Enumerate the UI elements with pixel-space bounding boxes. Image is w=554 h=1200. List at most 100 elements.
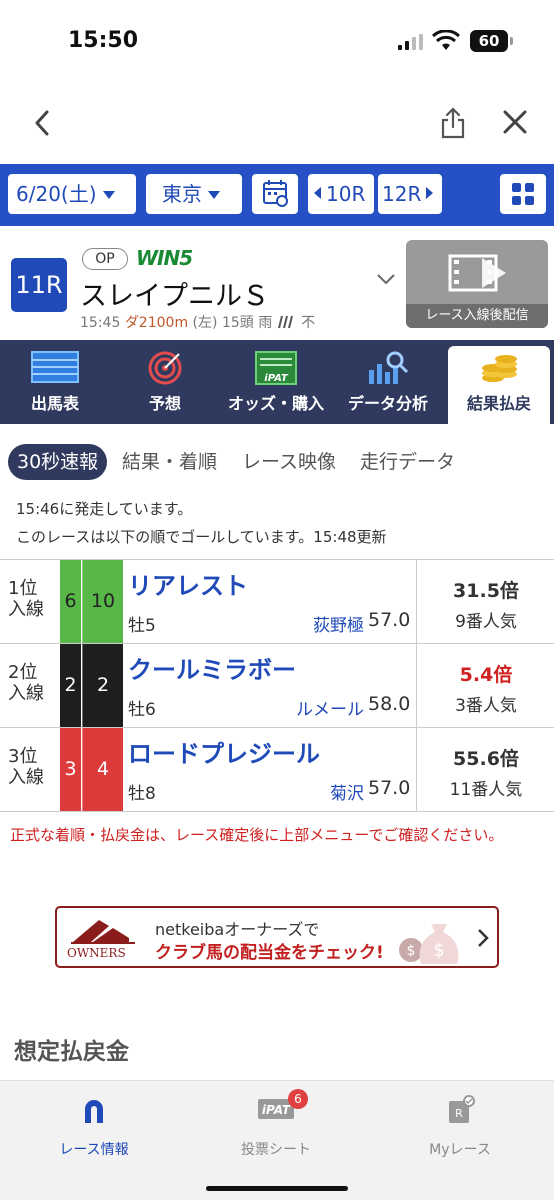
target-icon: [148, 351, 182, 385]
horse-number: 10: [82, 560, 123, 643]
carried-weight: 57.0: [368, 777, 411, 799]
sex-age: 牡8: [128, 784, 156, 804]
owners-banner[interactable]: OWNERS netkeibaオーナーズで クラブ馬の配当金をチェック! $ $: [55, 906, 499, 968]
date-selector[interactable]: 6/20(土): [8, 174, 136, 214]
close-icon[interactable]: [502, 109, 528, 135]
wifi-icon: [432, 30, 460, 50]
race-grade-badge: OP: [82, 248, 128, 270]
dropdown-caret-icon: [102, 191, 115, 199]
subtab-race-video[interactable]: レース映像: [242, 444, 336, 480]
result-row[interactable]: 2位 入線 2 2 クールミラボー 牡6 ルメール 58.0 5.4倍 3番人気: [0, 644, 554, 728]
tab-label: データ分析: [347, 394, 428, 413]
banner-line1: netkeibaオーナーズで: [155, 920, 320, 939]
start-message: 15:46に発走しています。: [16, 500, 193, 518]
owners-logo-icon: [71, 920, 135, 944]
horse-number: 2: [82, 644, 123, 727]
subtab-30sec-flash[interactable]: 30秒速報: [8, 444, 108, 480]
subtab-running-data[interactable]: 走行データ: [360, 444, 455, 480]
column-divider: [416, 644, 417, 727]
race-direction: (左): [192, 315, 218, 331]
runner-count: 15頭: [221, 315, 254, 331]
race-distance: ダ2100m: [124, 315, 189, 331]
film-play-icon: [448, 254, 506, 292]
banner-highlight-c: をチェック!: [291, 943, 384, 963]
battery-tip: [510, 37, 513, 45]
calendar-button[interactable]: [252, 174, 298, 214]
back-icon[interactable]: [30, 107, 54, 139]
date-label: 6/20(土): [16, 182, 97, 206]
column-divider: [416, 560, 417, 643]
grid-icon: [512, 183, 534, 205]
tab-results-payout[interactable]: 結果払戻: [448, 346, 550, 424]
jockey-name[interactable]: 荻野極: [313, 611, 364, 636]
race-name: スレイプニルＳ: [80, 281, 269, 312]
odds: 5.4倍: [459, 664, 513, 686]
popularity: 9番人気: [455, 612, 517, 632]
tab-data-analysis[interactable]: データ分析: [332, 340, 444, 424]
banner-highlight-a: クラブ馬の: [155, 943, 240, 963]
race-number: 11R: [11, 258, 67, 312]
race-menu-tabs: 出馬表 予想 iPAT オッズ・購入 データ分析 結果払戻: [0, 340, 554, 424]
coins-icon: [482, 355, 517, 382]
share-icon[interactable]: [440, 107, 466, 139]
popularity: 3番人気: [455, 696, 517, 716]
sex-age: 牡5: [128, 616, 156, 636]
prev-race-button[interactable]: 10R: [308, 174, 374, 214]
owners-logo-text: OWNERS: [67, 946, 126, 960]
tab-label: 結果払戻: [466, 394, 531, 413]
horse-name[interactable]: クールミラボー: [128, 650, 296, 685]
horse-name[interactable]: ロードプレジール: [128, 734, 320, 769]
chevron-down-icon[interactable]: [376, 272, 396, 286]
triangle-right-icon: [426, 187, 434, 199]
tab-prediction[interactable]: 予想: [110, 340, 220, 424]
tab-label: 出馬表: [30, 394, 79, 413]
svg-text:R: R: [455, 1107, 463, 1120]
home-indicator: [206, 1186, 348, 1191]
jockey-name[interactable]: ルメール: [296, 695, 364, 720]
svg-text:$: $: [407, 943, 416, 959]
result-row[interactable]: 1位 入線 6 10 リアレスト 牡5 荻野極 57.0 31.5倍 9番人気: [0, 560, 554, 644]
venue-label: 東京: [162, 182, 202, 206]
signal-icon: [398, 34, 423, 50]
triangle-left-icon: [314, 187, 321, 199]
result-subtabs: 30秒速報 結果・着順 レース映像 走行データ: [0, 440, 554, 484]
status-bar: 15:50 60: [0, 0, 554, 80]
odds: 55.6倍: [453, 748, 519, 770]
finish-position: 3位 入線: [8, 746, 44, 788]
entry-table-icon: [31, 351, 79, 383]
official-result-notice: 正式な着順・払戻金は、レース確定後に上部メニューでご確認ください。: [10, 826, 504, 844]
money-bag-icon: $ $: [399, 924, 459, 964]
my-race-icon: R: [449, 1095, 475, 1123]
svg-text:iPAT: iPAT: [262, 1103, 291, 1117]
start-time: 15:45: [80, 315, 121, 331]
race-video-thumbnail[interactable]: レース入線後配信: [406, 240, 548, 328]
svg-text:iPAT: iPAT: [264, 373, 289, 384]
weather: 雨: [258, 315, 273, 331]
banner-highlight-b: 配当金: [240, 943, 291, 963]
jockey-name[interactable]: 菊沢: [330, 779, 364, 804]
race-info: 15:45 ダ2100m (左) 15頭 雨 不: [80, 312, 315, 332]
column-divider: [416, 728, 417, 811]
tab-label: Myレース: [429, 1142, 491, 1158]
carried-weight: 57.0: [368, 609, 411, 631]
battery-indicator: 60: [470, 30, 508, 52]
date-venue-bar: 6/20(土) 東京 10R 12R: [0, 164, 554, 226]
win5-badge: WIN5: [136, 246, 193, 270]
result-row[interactable]: 3位 入線 3 4 ロードプレジール 牡8 菊沢 57.0 55.6倍 11番人気: [0, 728, 554, 812]
calendar-icon: [263, 180, 288, 207]
tab-odds-purchase[interactable]: iPAT オッズ・購入: [220, 340, 332, 424]
ipat-icon: iPAT: [255, 351, 297, 385]
next-race-button[interactable]: 12R: [378, 174, 442, 214]
race-list-button[interactable]: [500, 174, 546, 214]
next-race-label: 12R: [382, 182, 422, 206]
status-time: 15:50: [68, 28, 139, 53]
odds: 31.5倍: [453, 580, 519, 602]
tab-entry-table[interactable]: 出馬表: [0, 340, 110, 424]
rain-icon: [277, 315, 293, 329]
finish-position: 1位 入線: [8, 578, 44, 620]
frame-number: 6: [60, 560, 81, 643]
subtab-results-order[interactable]: 結果・着順: [122, 444, 217, 480]
horse-name[interactable]: リアレスト: [128, 566, 248, 601]
chart-search-icon: [369, 351, 409, 384]
venue-selector[interactable]: 東京: [146, 174, 242, 214]
